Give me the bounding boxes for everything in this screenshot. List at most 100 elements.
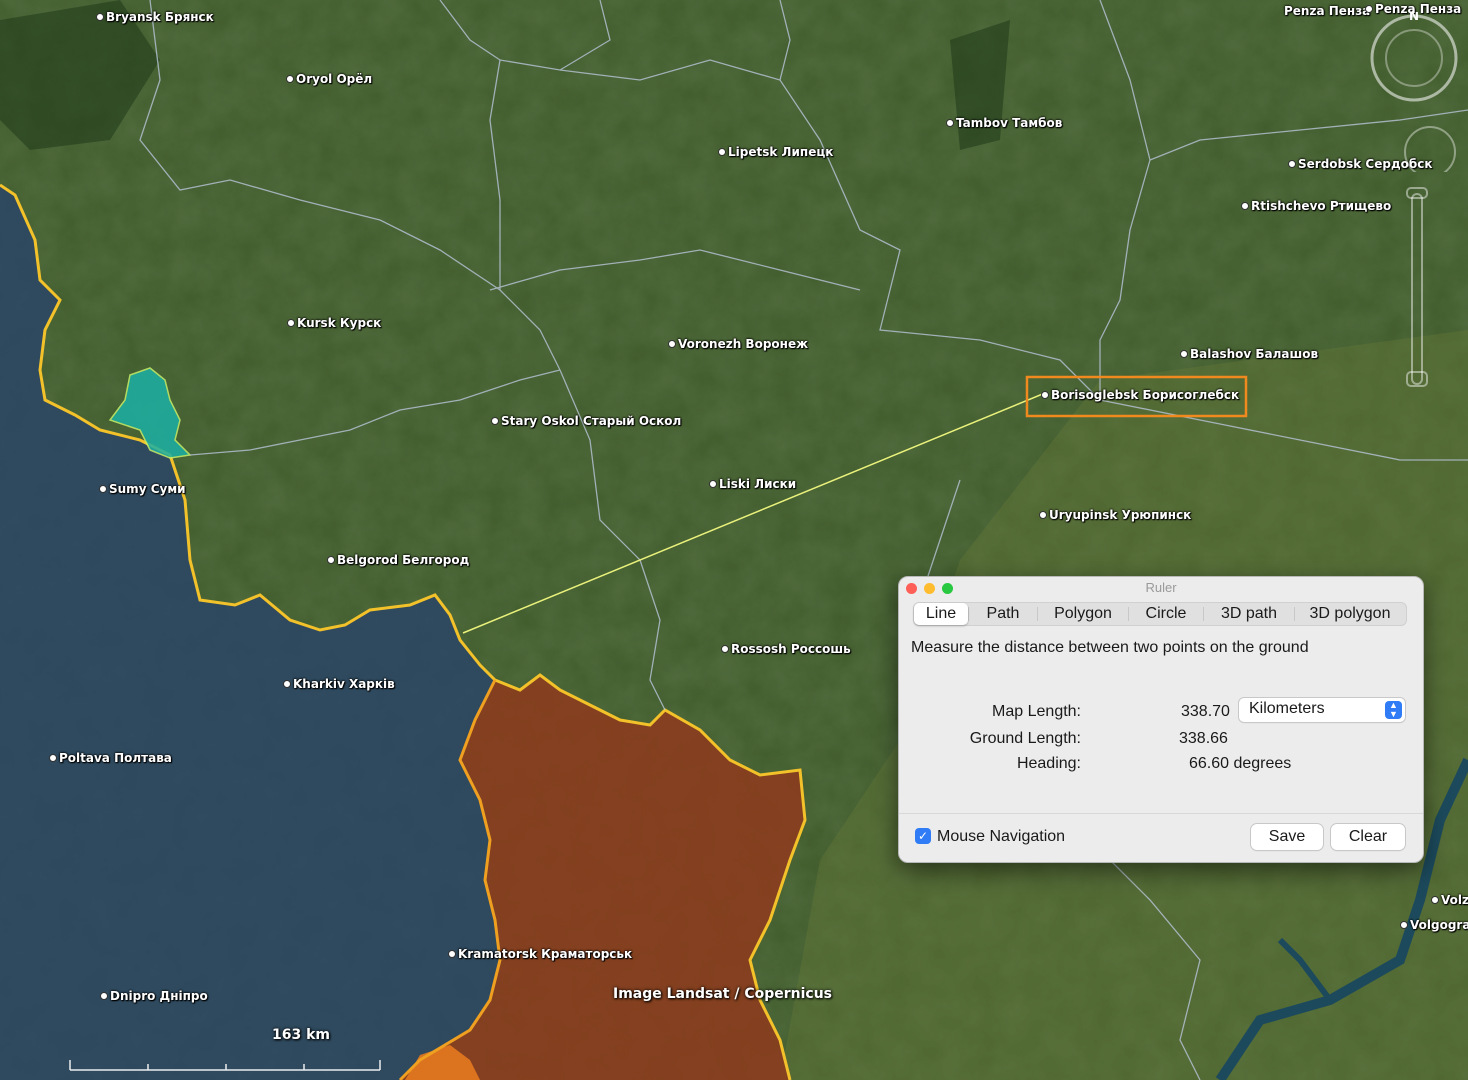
place-marker-oryol[interactable]: Oryol Орёл [286,72,372,86]
place-marker-borisoglebsk[interactable]: Borisoglebsk Борисоглебск [1041,388,1239,402]
place-marker-liski[interactable]: Liski Лиски [709,477,796,491]
place-dot-icon [1180,350,1188,358]
place-label: Kursk Курск [297,316,382,330]
place-marker-balashov[interactable]: Balashov Балашов [1180,347,1318,361]
tab-circle[interactable]: Circle [1129,603,1203,625]
ruler-dialog[interactable]: Ruler Line Path Polygon Circle 3D path 3… [898,576,1424,863]
place-label: Borisoglebsk Борисоглебск [1051,388,1240,402]
place-dot-icon [327,556,335,564]
place-marker-kramatorsk[interactable]: Kramatorsk Краматорськ [448,947,632,961]
place-label: Voronezh Воронеж [678,337,809,351]
place-dot-icon [709,480,717,488]
place-dot-icon [718,148,726,156]
place-label: Uryupinsk Урюпинск [1049,508,1192,522]
place-dot-icon [1241,202,1249,210]
look-joystick[interactable] [1395,112,1465,172]
place-label: Balashov Балашов [1190,347,1319,361]
save-button[interactable]: Save [1251,824,1323,850]
place-label: Rossosh Россошь [731,642,851,656]
place-dot-icon [1288,160,1296,168]
place-dot-icon [287,319,295,327]
ground-length-value: 338.66 [1179,730,1228,747]
place-marker-tambov[interactable]: Tambov Тамбов [946,116,1062,130]
place-dot-icon [1039,511,1047,519]
place-label: Belgorod Белгород [337,553,470,567]
place-label: Volgogra [1410,918,1468,932]
place-dot-icon [1431,896,1439,904]
place-label: Kharkiv Харків [293,677,395,691]
place-dot-icon [96,13,104,21]
place-dot-icon [1041,391,1049,399]
place-label: Stary Oskol Старый Оскол [501,414,682,428]
ground-length-label: Ground Length: [969,730,1081,747]
compass-north-label: N [1409,12,1419,23]
place-label: Oryol Орёл [296,72,373,86]
titlebar[interactable]: Ruler [899,577,1423,599]
mouse-navigation-label[interactable]: Mouse Navigation [937,828,1065,846]
chevron-up-down-icon: ▲ ▼ [1385,701,1402,719]
place-dot-icon [946,119,954,127]
place-marker-kharkiv[interactable]: Kharkiv Харків [283,677,395,691]
place-dot-icon [49,754,57,762]
place-marker-volgograd[interactable]: Volgogra [1400,918,1468,932]
place-label: Poltava Полтава [59,751,172,765]
tab-polygon[interactable]: Polygon [1038,603,1128,625]
place-dot-icon [721,645,729,653]
place-marker-dnipro[interactable]: Dnipro Дніпро [100,989,208,1003]
zoom-slider[interactable] [1404,186,1430,392]
place-marker-rtishchevo[interactable]: Rtishchevo Ртищево [1241,199,1391,213]
place-dot-icon [1400,921,1408,929]
compass-control[interactable]: N [1368,12,1460,104]
place-marker-bryansk[interactable]: Bryansk Брянск [96,10,214,24]
unit-select[interactable]: Kilometers ▲ ▼ [1239,698,1405,722]
map-length-value: 338.70 [1181,703,1230,720]
place-dot-icon [100,992,108,1000]
place-dot-icon [491,417,499,425]
place-label: Kramatorsk Краматорськ [458,947,633,961]
zoom-icon[interactable] [942,583,953,594]
clear-button[interactable]: Clear [1331,824,1405,850]
place-marker-rossosh[interactable]: Rossosh Россошь [721,642,851,656]
heading-label: Heading: [1016,755,1081,772]
place-marker-uryupinsk[interactable]: Uryupinsk Урюпинск [1039,508,1191,522]
place-label: Lipetsk Липецк [728,145,834,159]
mouse-navigation-checkbox[interactable]: ✓ [915,828,931,844]
place-label: Volz [1441,893,1468,907]
place-dot-icon [283,680,291,688]
place-dot-icon [99,485,107,493]
place-label: Liski Лиски [719,477,797,491]
divider [899,813,1423,814]
place-dot-icon [668,340,676,348]
tab-3d-path[interactable]: 3D path [1204,603,1294,625]
tab-3d-polygon[interactable]: 3D polygon [1295,603,1405,625]
place-label: Bryansk Брянск [106,10,214,24]
close-icon[interactable] [906,583,917,594]
minimize-icon[interactable] [924,583,935,594]
place-marker-belgorod[interactable]: Belgorod Белгород [327,553,469,567]
place-marker-kursk[interactable]: Kursk Курск [287,316,381,330]
satellite-map[interactable] [0,0,1468,1080]
place-dot-icon [448,950,456,958]
heading-value: 66.60 degrees [1189,755,1292,772]
description: Measure the distance between two points … [911,639,1309,656]
place-marker-stary-oskol[interactable]: Stary Oskol Старый Оскол [491,414,681,428]
place-marker-volzhsky[interactable]: Volz [1431,893,1468,907]
place-label: Sumy Суми [109,482,186,496]
tab-path[interactable]: Path [969,603,1037,625]
place-marker-sumy[interactable]: Sumy Суми [99,482,186,496]
place-marker-poltava[interactable]: Poltava Полтава [49,751,172,765]
scale-label: 163 km [272,1027,330,1043]
place-marker-voronezh[interactable]: Voronezh Воронеж [668,337,808,351]
unit-select-value: Kilometers [1249,700,1325,717]
image-credit: Image Landsat / Copernicus [613,986,833,1002]
map-length-label: Map Length: [992,703,1081,720]
tab-line[interactable]: Line [914,603,968,625]
place-label: Rtishchevo Ртищево [1251,199,1392,213]
tab-bar: Line Path Polygon Circle 3D path 3D poly… [913,602,1407,626]
dialog-title: Ruler [1145,580,1177,595]
place-marker-lipetsk[interactable]: Lipetsk Липецк [718,145,833,159]
place-label: Tambov Тамбов [956,116,1063,130]
place-label-penza[interactable]: Penza Пенза [1284,4,1370,18]
place-dot-icon [286,75,294,83]
place-label: Dnipro Дніпро [110,989,208,1003]
